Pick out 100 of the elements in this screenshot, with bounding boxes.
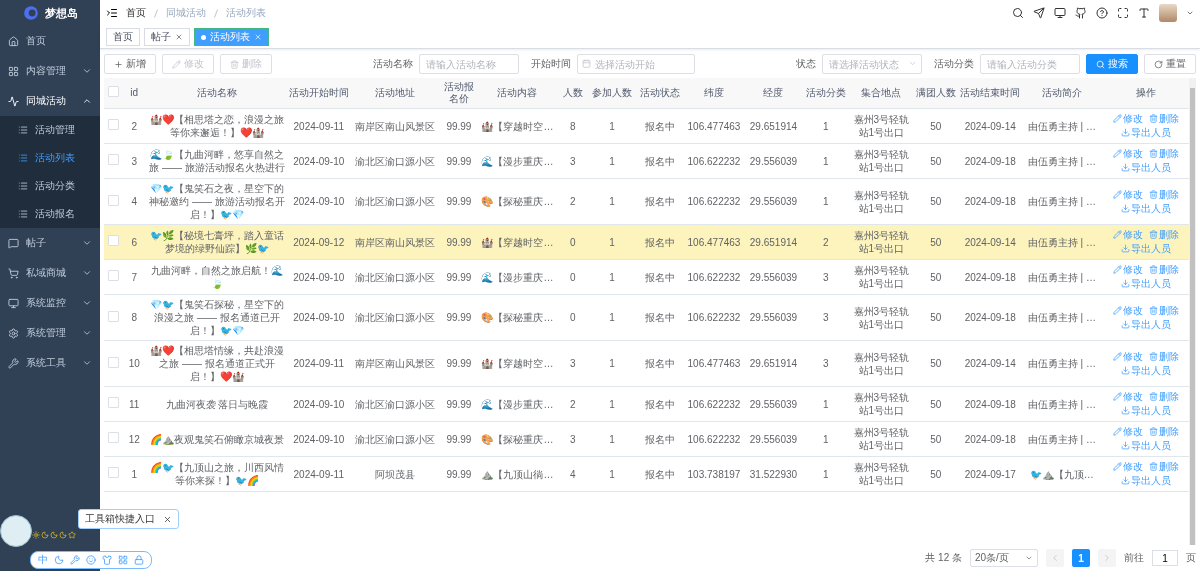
filter-field[interactable]: 请输入活动分类 [980, 54, 1080, 74]
checkbox[interactable] [107, 235, 119, 246]
submenu-item[interactable]: 活动列表 [0, 144, 100, 172]
checkbox[interactable] [107, 119, 119, 130]
action-link[interactable]: 删除 [1148, 460, 1179, 473]
breadcrumb-item[interactable]: 首页 [126, 6, 146, 20]
action-link[interactable]: 删除 [1148, 187, 1179, 201]
action-link[interactable]: 修改 [1112, 303, 1143, 317]
checkbox[interactable] [107, 154, 119, 165]
action-link[interactable]: 删除 [1148, 112, 1179, 125]
close-icon[interactable] [175, 33, 183, 41]
moon-icon[interactable] [54, 555, 64, 565]
grid-icon[interactable] [118, 555, 128, 565]
action-link[interactable]: 导出人员 [1120, 474, 1171, 487]
menu-toggle-icon[interactable] [106, 7, 118, 19]
page-size-select[interactable]: 20条/页 [970, 549, 1038, 567]
send-icon[interactable] [1033, 7, 1045, 19]
table-row[interactable]: 11 九曲河夜袭 落日与晚霞 2024-09-10 渝北区渝口源小区 99.99 🌊【漫步重庆… 2 1 报名中 106.622232 29.556039 1 嘉州3号轻轨站1号出口 50 2024-09-18 由伍勇主持 | … 修改 删除 导出人员 [104, 386, 1189, 422]
menu-item[interactable]: 私域商城 [0, 258, 100, 288]
checkbox[interactable] [107, 356, 119, 368]
table-row[interactable]: 7 九曲河畔，自然之旅启航！🌊🍃 2024-09-10 渝北区渝口源小区 99.99 🌊【漫步重庆… 0 1 报名中 106.622232 29.556039 3 嘉州3号轻轨站1号出口 50 2024-09-18 由伍勇主持 | … 修改 删除 导出人员 [104, 259, 1189, 295]
action-link[interactable]: 删除 [1148, 425, 1179, 438]
action-link[interactable]: 删除 [1148, 390, 1179, 403]
action-link[interactable]: 修改 [1112, 263, 1143, 276]
menu-item[interactable]: 系统工具 [0, 348, 100, 378]
shirt-icon[interactable] [102, 555, 112, 565]
checkbox[interactable] [107, 397, 119, 408]
menu-item[interactable]: 帖子 [0, 228, 100, 258]
search-button[interactable]: 搜索 [1086, 54, 1138, 74]
action-link[interactable]: 修改 [1112, 228, 1143, 241]
font-size-icon[interactable] [1138, 7, 1150, 19]
chevron-icon[interactable] [82, 238, 92, 248]
reset-button[interactable]: 重置 [1144, 54, 1196, 74]
checkbox[interactable] [107, 194, 119, 206]
table-row[interactable]: 12 🌈⛰夜观鬼笑石俯瞰京城夜景 2024-09-10 渝北区渝口源小区 99.99 🎨【探秘重庆… 3 1 报名中 106.622232 29.556039 1 嘉州3号轻轨站1号出口 50 2024-09-18 由伍勇主持 | … 修改 删除 导出人员 [104, 421, 1189, 457]
chevron-icon[interactable] [82, 298, 92, 308]
page-tab[interactable]: 帖子 [144, 28, 190, 46]
filter-field[interactable]: 选择活动开始 [577, 54, 695, 74]
user-avatar[interactable] [1159, 4, 1177, 22]
action-link[interactable]: 导出人员 [1120, 363, 1171, 377]
language-toggle[interactable]: 中 [38, 553, 48, 567]
action-link[interactable]: 修改 [1112, 147, 1143, 160]
action-link[interactable]: 删除 [1148, 349, 1179, 363]
toolbar-button[interactable]: 新增 [104, 54, 156, 74]
filter-field[interactable]: 请选择活动状态 [822, 54, 922, 74]
page-button[interactable]: 1 [1072, 549, 1090, 567]
fullscreen-icon[interactable] [1117, 7, 1129, 19]
page-input[interactable]: 1 [1152, 550, 1178, 566]
action-link[interactable]: 导出人员 [1120, 161, 1171, 174]
chevron-icon[interactable] [82, 328, 92, 338]
github-icon[interactable] [1075, 7, 1087, 19]
chevron-icon[interactable] [82, 66, 92, 76]
action-link[interactable]: 导出人员 [1120, 201, 1171, 215]
table-row[interactable]: 10 🏰❤【相思塔情缘，共赴浪漫之旅 —— 报名通道正式开启！】❤🏰 2024-09-11 南岸区南山风景区 99.99 🏰【穿越时空… 3 1 报名中 106.477463 29.651914 3 嘉州3号轻轨站1号出口 50 2024-09-14 由伍勇主持 | … 修改 删除 导出人员 [104, 340, 1189, 387]
caret-icon[interactable] [1186, 9, 1194, 17]
action-link[interactable]: 删除 [1148, 147, 1179, 160]
chevron-icon[interactable] [82, 358, 92, 368]
page-tab[interactable]: 首页 [106, 28, 140, 46]
page-tab[interactable]: 活动列表 [194, 28, 269, 46]
checkbox[interactable] [107, 270, 119, 281]
action-link[interactable]: 修改 [1112, 349, 1143, 363]
action-link[interactable]: 导出人员 [1120, 242, 1171, 255]
menu-item[interactable]: 系统监控 [0, 288, 100, 318]
help-icon[interactable] [1096, 7, 1108, 19]
close-icon[interactable] [163, 514, 172, 524]
action-link[interactable]: 导出人员 [1120, 404, 1171, 417]
action-link[interactable]: 修改 [1112, 460, 1143, 473]
action-link[interactable]: 导出人员 [1120, 439, 1171, 452]
monitor-icon[interactable] [1054, 7, 1066, 19]
action-link[interactable]: 删除 [1148, 303, 1179, 317]
checkbox[interactable] [107, 467, 119, 478]
chevron-icon[interactable] [82, 268, 92, 278]
filter-field[interactable]: 请输入活动名称 [419, 54, 519, 74]
action-link[interactable]: 删除 [1148, 263, 1179, 276]
checkbox[interactable] [107, 432, 119, 443]
breadcrumb-item[interactable]: 同城活动 [166, 6, 206, 20]
table-row[interactable]: 4 💎🐦【鬼笑石之夜，星空下的神秘邀约 —— 旅游活动报名开启！】🐦💎 2024-09-10 渝北区渝口源小区 99.99 🎨【探秘重庆… 2 1 报名中 106.622232 29.556039 1 嘉州3号轻轨站1号出口 50 2024-09-18 由伍勇主持 | … 修改 删除 导出人员 [104, 178, 1189, 225]
chevron-icon[interactable] [82, 96, 92, 106]
search-icon[interactable] [1012, 7, 1024, 19]
smile-icon[interactable] [86, 555, 96, 565]
scrollbar[interactable] [1189, 78, 1196, 545]
submenu-item[interactable]: 活动管理 [0, 116, 100, 144]
action-link[interactable]: 导出人员 [1120, 126, 1171, 139]
checkbox[interactable] [107, 310, 119, 322]
action-link[interactable]: 修改 [1112, 112, 1143, 125]
action-link[interactable]: 修改 [1112, 187, 1143, 201]
menu-item[interactable]: 系统管理 [0, 318, 100, 348]
table-row[interactable]: 8 💎🐦【鬼笑石探秘，星空下的浪漫之旅 —— 报名通道已开启！】🐦💎 2024-09-10 渝北区渝口源小区 99.99 🎨【探秘重庆… 0 1 报名中 106.622232 29.556039 3 嘉州3号轻轨站1号出口 50 2024-09-18 由伍勇主持 | … 修改 删除 导出人员 [104, 294, 1189, 341]
lock-icon[interactable] [134, 555, 144, 565]
action-link[interactable]: 删除 [1148, 228, 1179, 241]
action-link[interactable]: 修改 [1112, 425, 1143, 438]
action-link[interactable]: 导出人员 [1120, 317, 1171, 331]
action-link[interactable]: 修改 [1112, 390, 1143, 403]
wrench-icon[interactable] [70, 555, 80, 565]
submenu-item[interactable]: 活动分类 [0, 172, 100, 200]
action-link[interactable]: 导出人员 [1120, 277, 1171, 290]
checkbox[interactable] [107, 86, 119, 97]
menu-item[interactable]: 同城活动 [0, 86, 100, 116]
submenu-item[interactable]: 活动报名 [0, 200, 100, 228]
menu-item[interactable]: 内容管理 [0, 56, 100, 86]
